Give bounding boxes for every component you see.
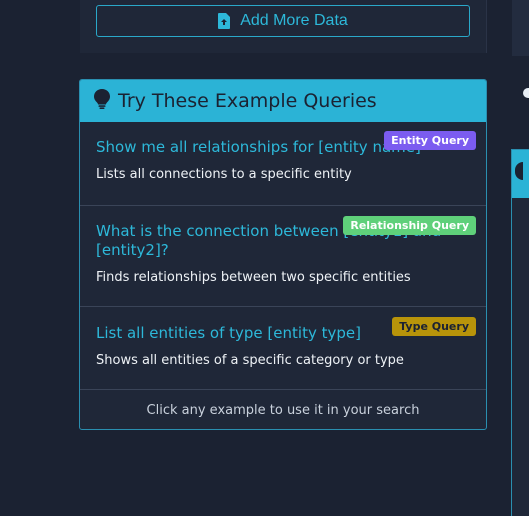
query-description: Lists all connections to a specific enti… [96, 167, 352, 182]
example-queries-title: Try These Example Queries [118, 90, 377, 112]
side-panel [511, 149, 529, 516]
relationship-query-badge: Relationship Query [343, 216, 476, 235]
add-more-data-label: Add More Data [240, 12, 348, 29]
side-panel-icon [523, 88, 529, 98]
example-queries-card: Try These Example Queries Show me all re… [79, 79, 487, 430]
add-more-data-button[interactable]: Add More Data [96, 5, 470, 37]
page: Add More Data Try These Example Queries … [0, 0, 529, 516]
example-queries-footer: Click any example to use it in your sear… [146, 402, 420, 418]
file-upload-icon [218, 13, 231, 29]
lightbulb-icon [94, 89, 110, 113]
query-description: Shows all entities of a specific categor… [96, 353, 404, 368]
example-query-relationship[interactable]: What is the connection between [entity1]… [80, 206, 486, 307]
entity-query-badge: Entity Query [384, 131, 476, 150]
query-description: Finds relationships between two specific… [96, 270, 411, 285]
type-query-badge: Type Query [392, 317, 476, 336]
side-panel-header [512, 150, 529, 198]
example-queries-header: Try These Example Queries [80, 80, 486, 122]
example-query-type[interactable]: List all entities of type [entity type] … [80, 307, 486, 390]
side-panel-top [512, 0, 529, 56]
example-query-entity[interactable]: Show me all relationships for [entity na… [80, 122, 486, 206]
